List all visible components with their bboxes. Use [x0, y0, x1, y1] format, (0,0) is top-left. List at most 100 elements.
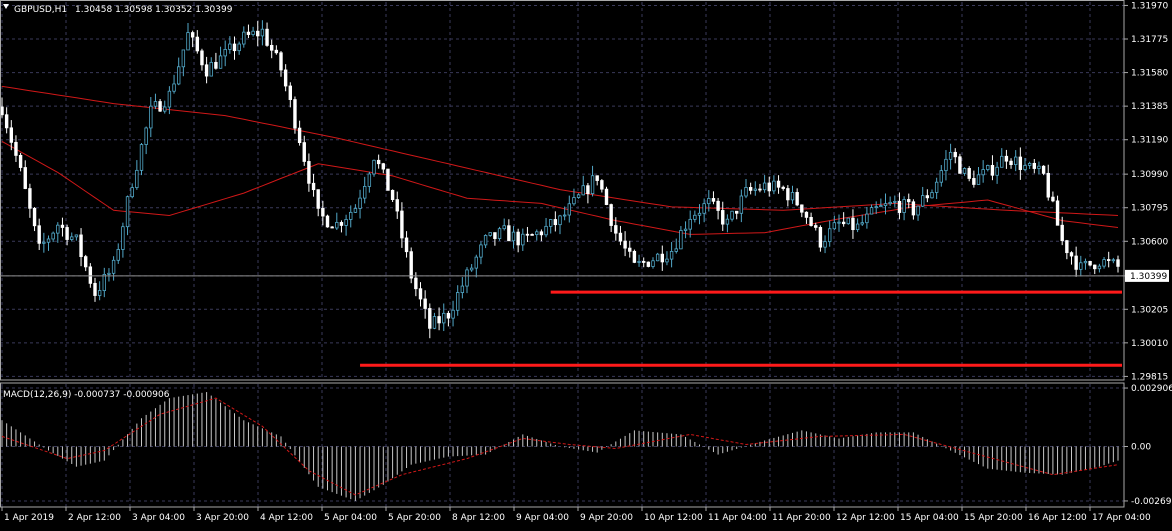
candle-body[interactable] — [674, 248, 678, 252]
candle-body[interactable] — [223, 49, 227, 57]
candle-body[interactable] — [609, 204, 613, 226]
candle-body[interactable] — [293, 99, 297, 129]
candle-body[interactable] — [214, 61, 218, 69]
candle-body[interactable] — [516, 231, 520, 246]
candle-body[interactable] — [818, 227, 823, 248]
candle-body[interactable] — [1046, 172, 1050, 198]
candle-body[interactable] — [562, 214, 567, 217]
candle-body[interactable] — [967, 168, 971, 179]
candle-body[interactable] — [88, 266, 93, 284]
candle-body[interactable] — [288, 85, 292, 100]
candle-body[interactable] — [325, 215, 330, 228]
candle-body[interactable] — [567, 203, 571, 216]
candle-body[interactable] — [9, 127, 13, 143]
candle-body[interactable] — [274, 49, 279, 54]
candle-body[interactable] — [135, 169, 139, 188]
candle-body[interactable] — [70, 236, 74, 240]
candle-body[interactable] — [823, 241, 827, 248]
candle-body[interactable] — [897, 200, 902, 213]
candle-body[interactable] — [493, 232, 497, 239]
candle-body[interactable] — [553, 219, 558, 226]
candle-body[interactable] — [1055, 200, 1060, 226]
candle-body[interactable] — [125, 196, 130, 228]
candle-body[interactable] — [372, 159, 376, 175]
candle-body[interactable] — [911, 201, 916, 216]
candle-body[interactable] — [753, 188, 757, 191]
candle-body[interactable] — [948, 151, 953, 160]
candle-body[interactable] — [786, 188, 790, 201]
candle-body[interactable] — [242, 31, 246, 45]
candle-body[interactable] — [841, 221, 846, 225]
candle-body[interactable] — [962, 168, 967, 174]
candle-body[interactable] — [1093, 264, 1097, 270]
candle-body[interactable] — [32, 207, 37, 227]
candle-body[interactable] — [939, 170, 943, 183]
candle-body[interactable] — [888, 201, 892, 205]
candle-body[interactable] — [1032, 162, 1036, 169]
candle-body[interactable] — [558, 215, 562, 226]
candle-body[interactable] — [730, 210, 734, 220]
candle-body[interactable] — [121, 226, 125, 250]
candle-body[interactable] — [535, 231, 539, 236]
candle-body[interactable] — [614, 225, 618, 234]
candle-body[interactable] — [307, 161, 311, 184]
candle-body[interactable] — [418, 288, 423, 300]
candle-body[interactable] — [37, 225, 41, 244]
candle-body[interactable] — [149, 105, 153, 129]
candle-body[interactable] — [204, 64, 209, 77]
candle-body[interactable] — [14, 141, 18, 156]
candle-body[interactable] — [107, 272, 111, 275]
candle-body[interactable] — [628, 247, 632, 252]
candle-body[interactable] — [702, 203, 706, 214]
candle-body[interactable] — [637, 261, 641, 263]
candle-body[interactable] — [84, 256, 88, 268]
candle-body[interactable] — [995, 166, 999, 176]
candle-body[interactable] — [0, 106, 4, 116]
candle-body[interactable] — [474, 256, 478, 269]
candle-body[interactable] — [707, 198, 711, 205]
candle-body[interactable] — [781, 186, 785, 189]
candle-body[interactable] — [1102, 259, 1106, 267]
candle-body[interactable] — [697, 212, 702, 216]
candle-body[interactable] — [618, 232, 623, 242]
candle-body[interactable] — [269, 44, 274, 51]
candle-body[interactable] — [283, 69, 288, 87]
candle-body[interactable] — [367, 173, 372, 187]
candle-body[interactable] — [460, 285, 465, 293]
candle-body[interactable] — [465, 269, 469, 287]
candle-body[interactable] — [97, 290, 102, 296]
candle-body[interactable] — [1009, 160, 1013, 166]
trading-chart[interactable]: GBPUSD,H1 1.30458 1.30598 1.30352 1.3039… — [0, 0, 1172, 527]
candle-body[interactable] — [311, 182, 316, 191]
candle-body[interactable] — [632, 250, 637, 263]
candle-body[interactable] — [297, 127, 302, 144]
candle-body[interactable] — [316, 189, 320, 209]
candle-body[interactable] — [353, 208, 358, 213]
candle-body[interactable] — [246, 31, 251, 35]
candle-body[interactable] — [381, 163, 385, 170]
candle-body[interactable] — [986, 164, 990, 170]
candle-body[interactable] — [925, 195, 930, 199]
candle-body[interactable] — [576, 194, 581, 198]
candle-body[interactable] — [23, 167, 27, 189]
candle-body[interactable] — [1037, 165, 1041, 169]
candle-body[interactable] — [158, 101, 162, 112]
candle-body[interactable] — [437, 316, 441, 324]
candle-body[interactable] — [581, 185, 585, 196]
candle-body[interactable] — [1014, 156, 1018, 166]
candle-body[interactable] — [18, 155, 23, 168]
candle-body[interactable] — [423, 298, 427, 309]
candle-body[interactable] — [916, 205, 920, 216]
candle-body[interactable] — [181, 49, 186, 68]
candle-body[interactable] — [623, 240, 627, 249]
candle-body[interactable] — [349, 211, 353, 220]
candle-body[interactable] — [302, 142, 306, 162]
candle-body[interactable] — [990, 164, 995, 176]
candle-body[interactable] — [376, 159, 381, 165]
candle-body[interactable] — [883, 203, 888, 206]
candle-body[interactable] — [525, 233, 530, 236]
candle-body[interactable] — [116, 249, 120, 261]
candle-body[interactable] — [130, 187, 134, 198]
candle-body[interactable] — [688, 218, 692, 230]
candle-body[interactable] — [930, 192, 934, 199]
